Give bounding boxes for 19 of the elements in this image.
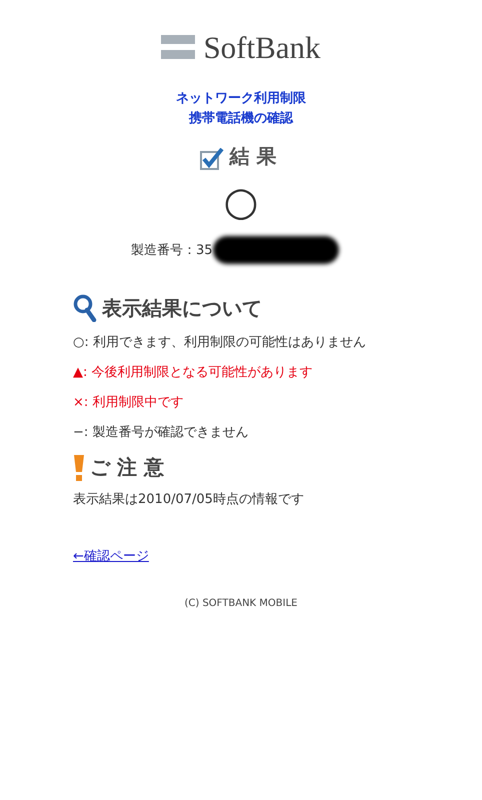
page-title: ネットワーク利用制限	[175, 90, 307, 108]
logo-text: SoftBank	[203, 30, 321, 66]
section-heading: 表示結果について	[102, 294, 262, 322]
notice-text: 表示結果は2010/07/05時点の情報です	[73, 491, 305, 509]
result-heading: 結 果	[230, 143, 276, 170]
back-link[interactable]: ←確認ページ	[73, 547, 149, 565]
exclamation-icon	[73, 454, 85, 480]
serial-number: 製造番号：35	[131, 242, 213, 259]
legend-item: −: 製造番号が確認できません	[73, 424, 250, 442]
logo-bars-icon	[161, 35, 196, 61]
legend-item: ×: 利用制限中です	[73, 394, 184, 412]
result-symbol: ○	[222, 180, 260, 224]
search-icon	[73, 294, 97, 322]
copyright-text: (C) SOFTBANK MOBILE	[184, 598, 298, 609]
legend-item: ○: 利用できます、利用制限の可能性はありません	[73, 334, 367, 352]
page-title: 携帯電話機の確認	[188, 110, 294, 128]
section-heading: ご 注 意	[90, 454, 164, 481]
checkbox-icon	[200, 148, 224, 170]
legend-item: ▲: 今後利用制限となる可能性があります	[73, 364, 314, 382]
